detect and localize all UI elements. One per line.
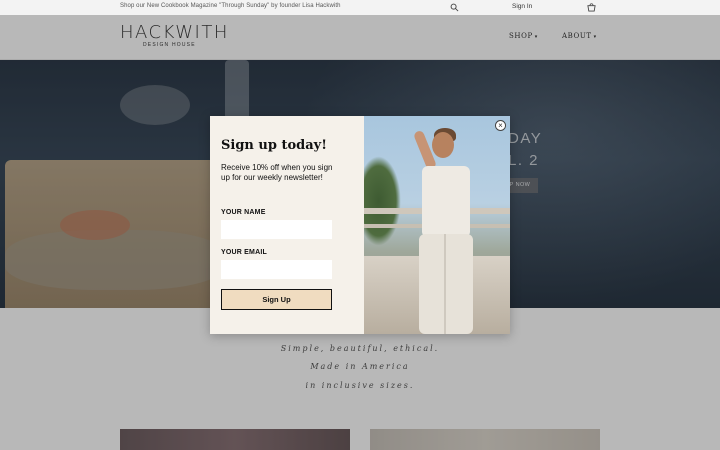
- signup-button[interactable]: Sign Up: [221, 289, 332, 310]
- newsletter-popup: Sign up today! Receive 10% off when you …: [210, 116, 510, 334]
- email-label: YOUR EMAIL: [221, 249, 267, 256]
- email-field[interactable]: [221, 260, 332, 279]
- close-icon[interactable]: ×: [495, 120, 506, 131]
- signin-link[interactable]: Sign In: [512, 3, 532, 10]
- name-field[interactable]: [221, 220, 332, 239]
- popup-model-photo: [364, 116, 510, 334]
- announcement-text[interactable]: Shop our New Cookbook Magazine "Through …: [120, 3, 341, 9]
- name-label: YOUR NAME: [221, 209, 266, 216]
- announcement-bar: Shop our New Cookbook Magazine "Through …: [0, 0, 720, 15]
- page: Shop our New Cookbook Magazine "Through …: [0, 0, 720, 450]
- popup-description: Receive 10% off when you sign up for our…: [221, 163, 333, 182]
- popup-title: Sign up today!: [221, 138, 327, 153]
- cart-icon[interactable]: [587, 3, 596, 12]
- search-icon[interactable]: [450, 3, 459, 12]
